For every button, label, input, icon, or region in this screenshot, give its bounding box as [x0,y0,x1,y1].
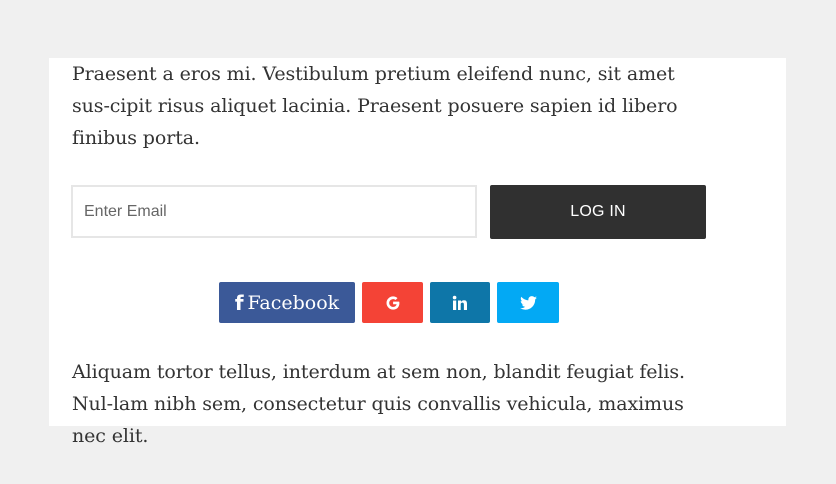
email-field[interactable] [71,185,477,238]
content-card: Praesent a eros mi. Vestibulum pretium e… [49,58,786,447]
linkedin-icon [452,295,468,311]
twitter-button[interactable] [497,282,559,323]
google-button[interactable] [362,282,423,323]
linkedin-button[interactable] [430,282,490,323]
intro-paragraph: Praesent a eros mi. Vestibulum pretium e… [72,63,678,149]
facebook-button[interactable]: f Facebook [219,282,355,323]
closing-paragraph: Aliquam tortor tellus, interdum at sem n… [72,361,685,447]
twitter-icon [519,295,537,310]
facebook-label: Facebook [247,291,340,314]
login-button[interactable]: LOG IN [490,185,706,239]
google-icon [385,295,401,311]
facebook-icon: f [234,290,244,315]
